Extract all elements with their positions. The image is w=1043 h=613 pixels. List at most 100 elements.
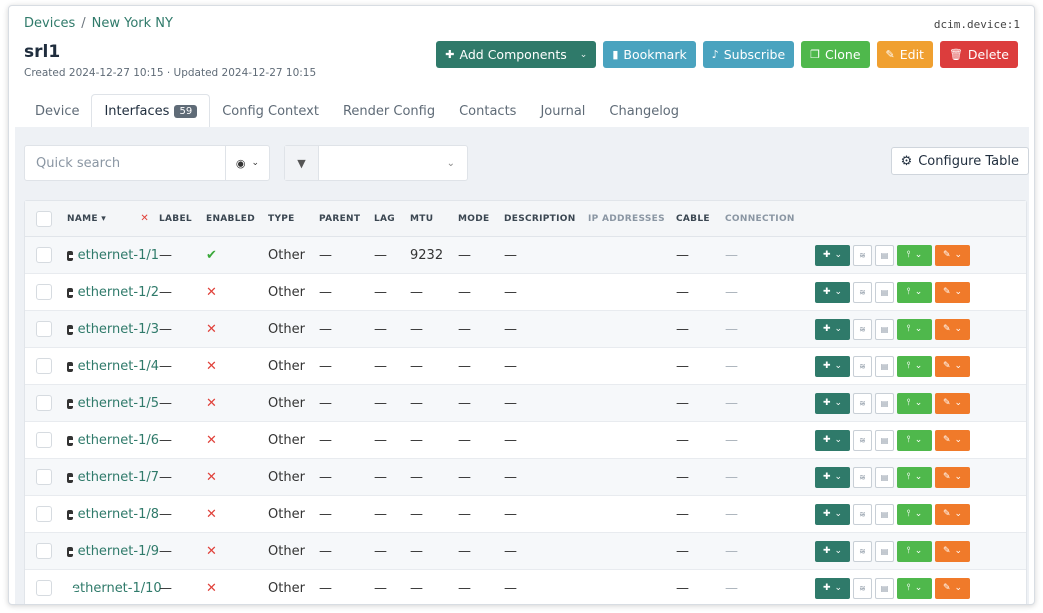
connect-cable-button[interactable]: ⫯ ⌄ <box>897 466 932 488</box>
edit-row-button[interactable]: ✎ ⌄ <box>935 577 970 599</box>
tab-device[interactable]: Device <box>23 94 91 128</box>
connect-cable-button[interactable]: ⫯ ⌄ <box>897 429 932 451</box>
add-child-button[interactable]: ✚ ⌄ <box>815 281 850 303</box>
trace-button[interactable]: ≋ <box>853 540 872 562</box>
interface-name-link[interactable]: ethernet-1/5 <box>78 396 159 411</box>
interface-name-link[interactable]: ethernet-1/2 <box>78 285 159 300</box>
row-checkbox[interactable] <box>36 247 52 263</box>
add-child-button[interactable]: ✚ ⌄ <box>815 429 850 451</box>
interface-name-link[interactable]: ethernet-1/3 <box>78 322 159 337</box>
add-child-button[interactable]: ✚ ⌄ <box>815 392 850 414</box>
quick-search-input[interactable] <box>25 146 225 180</box>
edit-row-button[interactable]: ✎ ⌄ <box>935 466 970 488</box>
row-checkbox[interactable] <box>36 395 52 411</box>
trace-button[interactable]: ≋ <box>853 466 872 488</box>
tab-render-config[interactable]: Render Config <box>331 94 447 128</box>
breadcrumb-site[interactable]: New York NY <box>92 16 173 31</box>
diagram-button[interactable]: ▤ <box>875 318 894 340</box>
edit-row-button[interactable]: ✎ ⌄ <box>935 281 970 303</box>
diagram-button[interactable]: ▤ <box>875 392 894 414</box>
diagram-button[interactable]: ▤ <box>875 429 894 451</box>
column-name[interactable]: NAME ▾ ✕ <box>63 213 159 224</box>
tab-changelog[interactable]: Changelog <box>597 94 691 128</box>
connect-cable-button[interactable]: ⫯ ⌄ <box>897 577 932 599</box>
column-type[interactable]: TYPE <box>268 214 319 224</box>
add-child-button[interactable]: ✚ ⌄ <box>815 466 850 488</box>
row-checkbox[interactable] <box>36 580 52 596</box>
connect-cable-button[interactable]: ⫯ ⌄ <box>897 355 932 377</box>
diagram-button[interactable]: ▤ <box>875 577 894 599</box>
add-child-button[interactable]: ✚ ⌄ <box>815 540 850 562</box>
configure-table-button[interactable]: ⚙ Configure Table <box>890 147 1029 175</box>
diagram-button[interactable]: ▤ <box>875 466 894 488</box>
trace-button[interactable]: ≋ <box>853 244 872 266</box>
diagram-button[interactable]: ▤ <box>875 244 894 266</box>
column-cable[interactable]: CABLE <box>676 214 725 224</box>
trace-button[interactable]: ≋ <box>853 503 872 525</box>
column-visibility-toggle[interactable]: ◉ ⌄ <box>225 146 269 180</box>
select-all-checkbox[interactable] <box>36 210 52 227</box>
interface-name-link[interactable]: ethernet-1/4 <box>78 359 159 374</box>
edit-row-button[interactable]: ✎ ⌄ <box>935 392 970 414</box>
subscribe-button[interactable]: ♪ Subscribe <box>702 41 795 68</box>
breadcrumb-devices[interactable]: Devices <box>24 16 75 31</box>
column-connection[interactable]: CONNECTION <box>725 214 825 224</box>
edit-row-button[interactable]: ✎ ⌄ <box>935 503 970 525</box>
connect-cable-button[interactable]: ⫯ ⌄ <box>897 540 932 562</box>
trace-button[interactable]: ≋ <box>853 392 872 414</box>
interface-name-link[interactable]: ethernet-1/1 <box>78 248 159 263</box>
row-checkbox[interactable] <box>36 284 52 300</box>
column-mode[interactable]: MODE <box>458 214 504 224</box>
edit-row-button[interactable]: ✎ ⌄ <box>935 244 970 266</box>
column-label[interactable]: LABEL <box>159 214 206 224</box>
column-description[interactable]: DESCRIPTION <box>504 214 588 224</box>
trace-button[interactable]: ≋ <box>853 281 872 303</box>
edit-row-button[interactable]: ✎ ⌄ <box>935 355 970 377</box>
trace-button[interactable]: ≋ <box>853 355 872 377</box>
row-checkbox[interactable] <box>36 506 52 522</box>
column-parent[interactable]: PARENT <box>319 214 374 224</box>
tab-journal[interactable]: Journal <box>528 94 597 128</box>
diagram-button[interactable]: ▤ <box>875 281 894 303</box>
connect-cable-button[interactable]: ⫯ ⌄ <box>897 281 932 303</box>
add-components-button[interactable]: ✚ Add Components ⌄ <box>436 41 597 68</box>
add-child-button[interactable]: ✚ ⌄ <box>815 577 850 599</box>
column-enabled[interactable]: ENABLED <box>206 214 268 224</box>
connect-cable-button[interactable]: ⫯ ⌄ <box>897 392 932 414</box>
edit-row-button[interactable]: ✎ ⌄ <box>935 429 970 451</box>
column-lag[interactable]: LAG <box>374 214 410 224</box>
diagram-button[interactable]: ▤ <box>875 355 894 377</box>
interface-name-link[interactable]: ethernet-1/10 <box>72 581 162 596</box>
row-checkbox[interactable] <box>36 432 52 448</box>
interface-name-link[interactable]: ethernet-1/9 <box>78 544 159 559</box>
saved-filter-select[interactable]: ⌄ <box>319 146 467 180</box>
edit-row-button[interactable]: ✎ ⌄ <box>935 318 970 340</box>
add-child-button[interactable]: ✚ ⌄ <box>815 244 850 266</box>
edit-row-button[interactable]: ✎ ⌄ <box>935 540 970 562</box>
clear-sort-icon[interactable]: ✕ <box>140 213 149 224</box>
diagram-button[interactable]: ▤ <box>875 503 894 525</box>
trace-button[interactable]: ≋ <box>853 429 872 451</box>
add-child-button[interactable]: ✚ ⌄ <box>815 355 850 377</box>
interface-name-link[interactable]: ethernet-1/7 <box>78 470 159 485</box>
interface-name-link[interactable]: ethernet-1/6 <box>78 433 159 448</box>
tab-contacts[interactable]: Contacts <box>447 94 528 128</box>
row-checkbox[interactable] <box>36 543 52 559</box>
column-mtu[interactable]: MTU <box>410 214 458 224</box>
column-ip-addresses[interactable]: IP ADDRESSES <box>588 214 676 224</box>
row-checkbox[interactable] <box>36 469 52 485</box>
add-child-button[interactable]: ✚ ⌄ <box>815 503 850 525</box>
edit-button[interactable]: ✎ Edit <box>876 41 933 68</box>
trace-button[interactable]: ≋ <box>853 577 872 599</box>
row-checkbox[interactable] <box>36 321 52 337</box>
bookmark-button[interactable]: ▮ Bookmark <box>603 41 696 68</box>
connect-cable-button[interactable]: ⫯ ⌄ <box>897 318 932 340</box>
diagram-button[interactable]: ▤ <box>875 540 894 562</box>
clone-button[interactable]: ❐ Clone <box>801 41 870 68</box>
connect-cable-button[interactable]: ⫯ ⌄ <box>897 503 932 525</box>
delete-button[interactable]: 🗑 Delete <box>939 41 1018 68</box>
tab-config-context[interactable]: Config Context <box>210 94 331 128</box>
trace-button[interactable]: ≋ <box>853 318 872 340</box>
connect-cable-button[interactable]: ⫯ ⌄ <box>897 244 932 266</box>
add-child-button[interactable]: ✚ ⌄ <box>815 318 850 340</box>
